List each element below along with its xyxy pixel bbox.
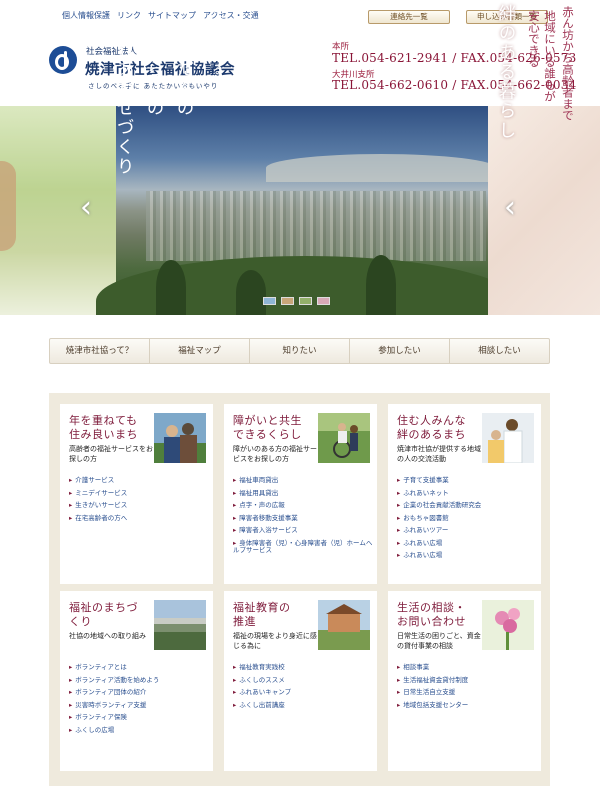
card-community: 住む人みんな絆のあるまち 焼津市社協が提供する地域の人の交流活動 子育て支援事業…	[388, 404, 541, 584]
card-title[interactable]: 障がいと共生 できるくらし	[233, 414, 302, 442]
list-item[interactable]: 福祉車両貸出	[233, 476, 373, 485]
list-item[interactable]: 点字・声の広報	[233, 501, 373, 510]
slider-thumb-2[interactable]	[281, 297, 294, 305]
list-item[interactable]: 福祉教育実践校	[233, 663, 291, 672]
list-item[interactable]: 災害時ボランティア支援	[69, 701, 209, 710]
nav-learn[interactable]: 知りたい	[250, 339, 350, 363]
card-education: 福祉教育の推進 福祉の現場をより身近に感じる為に 福祉教育実践校 ふくしのススメ…	[224, 591, 377, 771]
list-item[interactable]: ふくしの広場	[69, 726, 209, 735]
card-description: 日常生活の困りごと、資金の貸付事業の相談	[397, 632, 481, 650]
list-item[interactable]: 相談事業	[397, 663, 468, 672]
list-item[interactable]: 障害者入浴サービス	[233, 526, 373, 535]
list-item[interactable]: 生きがいサービス	[69, 501, 127, 510]
link-links[interactable]: リンク	[117, 10, 141, 21]
list-item[interactable]: 在宅高齢者の方へ	[69, 514, 127, 523]
nav-welfare-map[interactable]: 福祉マップ	[150, 339, 250, 363]
card-title[interactable]: 年を重ねても 住み良いまち	[69, 414, 138, 442]
slider-thumb-1[interactable]	[263, 297, 276, 305]
list-item[interactable]: ふくし出前講座	[233, 701, 291, 710]
top-buttons: 連絡先一覧 申し込み書類一覧	[368, 10, 548, 24]
list-item[interactable]: ふれあいネット	[397, 489, 537, 498]
card-title[interactable]: 福祉教育の 推進	[233, 601, 291, 629]
list-item[interactable]: ふれあい広場	[397, 539, 537, 548]
caregiver-image	[482, 413, 534, 463]
list-item[interactable]: 身体障害者（児）・心身障害者（児）ホームヘルプサービス	[233, 539, 373, 555]
hero-text-3: くらしの	[144, 40, 164, 118]
nav-about[interactable]: 焼津市社協って？	[50, 339, 150, 363]
card-description: 社協の地域への取り組み	[69, 632, 146, 640]
list-item[interactable]: 子育て支援事業	[397, 476, 537, 485]
card-description: 障がいのある方の福祉サービスをお探しの方	[233, 445, 317, 463]
hero-text-1: 地域で支える	[211, 6, 225, 75]
nav-participate[interactable]: 参加したい	[350, 339, 450, 363]
list-item[interactable]: ふれあいキャンプ	[233, 688, 291, 697]
card-disability: 障がいと共生できるくらし 障がいのある方の福祉サービスをお探しの方 福祉車両貸出…	[224, 404, 377, 584]
list-item[interactable]: おもちゃ図書館	[397, 514, 537, 523]
link-sitemap[interactable]: サイトマップ	[148, 10, 196, 21]
slider-prev-icon[interactable]: ‹	[80, 190, 92, 225]
school-image	[318, 600, 370, 650]
hero-main-image	[96, 106, 516, 315]
card-description: 焼津市社協が提供する地域の人の交流活動	[397, 445, 481, 463]
slider-next-icon[interactable]: ‹	[504, 190, 516, 225]
list-item[interactable]: ボランティアとは	[69, 663, 209, 672]
list-item[interactable]: 生活福祉資金貸付制度	[397, 676, 468, 685]
link-privacy[interactable]: 個人情報保護	[62, 10, 110, 21]
flower-image	[482, 600, 534, 650]
list-item[interactable]: ミニデイサービス	[69, 489, 127, 498]
town-view-image	[154, 600, 206, 650]
list-item[interactable]: ふれあいツアー	[397, 526, 537, 535]
hero-right-text-1: 赤ん坊から高齢者まで	[561, 6, 575, 121]
card-elderly: 年を重ねても住み良いまち 高齢者の福祉サービスをお探しの方 介護サービス ミニデ…	[60, 404, 213, 584]
list-item[interactable]: 日常生活自立支援	[397, 688, 468, 697]
hero-right-text-4: 絆のある暮らし	[496, 4, 516, 141]
list-item[interactable]: 企業の社会貢献活動研究会	[397, 501, 537, 510]
main-nav: 焼津市社協って？ 福祉マップ 知りたい 参加したい 相談したい	[49, 338, 550, 364]
hero-right-text-2: 地域にいる誰もが	[543, 10, 557, 102]
contact-branch-tel: TEL.054-662-0610 / FAX.054-662-0034	[332, 78, 577, 92]
hero-text-2: ふだんの	[174, 40, 194, 118]
list-item[interactable]: 介護サービス	[69, 476, 127, 485]
card-title[interactable]: 住む人みんな 絆のあるまち	[397, 414, 466, 442]
slider-thumbnails	[263, 297, 330, 305]
card-title[interactable]: 生活の相談・ お問い合わせ	[397, 601, 466, 629]
card-town-building: 福祉のまちづくり 社協の地域への取り組み ボランティアとは ボランティア活動を始…	[60, 591, 213, 771]
elderly-couple-image	[154, 413, 206, 463]
list-item[interactable]: 福祉用具貸出	[233, 489, 373, 498]
slider-thumb-3[interactable]	[299, 297, 312, 305]
wheelchair-image	[318, 413, 370, 463]
contacts-list-button[interactable]: 連絡先一覧	[368, 10, 450, 24]
list-item[interactable]: ふれあい広場	[397, 551, 537, 560]
card-description: 福祉の現場をより身近に感じる為に	[233, 632, 317, 650]
slider-thumb-4[interactable]	[317, 297, 330, 305]
top-links: 個人情報保護 リンク サイトマップ アクセス・交通	[62, 10, 259, 21]
list-item[interactable]: ボランティア活動を始めよう	[69, 676, 209, 685]
list-item[interactable]: ボランティア保険	[69, 713, 209, 722]
list-item[interactable]: ボランティア団体の紹介	[69, 688, 209, 697]
hero-prev-slide-image	[0, 106, 116, 315]
card-description: 高齢者の福祉サービスをお探しの方	[69, 445, 153, 463]
hero-text-4: しあわせづくり	[114, 40, 134, 177]
nav-consult[interactable]: 相談したい	[450, 339, 549, 363]
logo-icon[interactable]	[49, 46, 77, 74]
list-item[interactable]: 障害者移動支援事業	[233, 514, 373, 523]
list-item[interactable]: ふくしのススメ	[233, 676, 291, 685]
hero-right-text-3: 安心できる	[527, 10, 541, 68]
list-item[interactable]: 地域包括支援センター	[397, 701, 468, 710]
card-title[interactable]: 福祉のまちづ くり	[69, 601, 138, 629]
card-consultation: 生活の相談・お問い合わせ 日常生活の困りごと、資金の貸付事業の相談 相談事業 生…	[388, 591, 541, 771]
